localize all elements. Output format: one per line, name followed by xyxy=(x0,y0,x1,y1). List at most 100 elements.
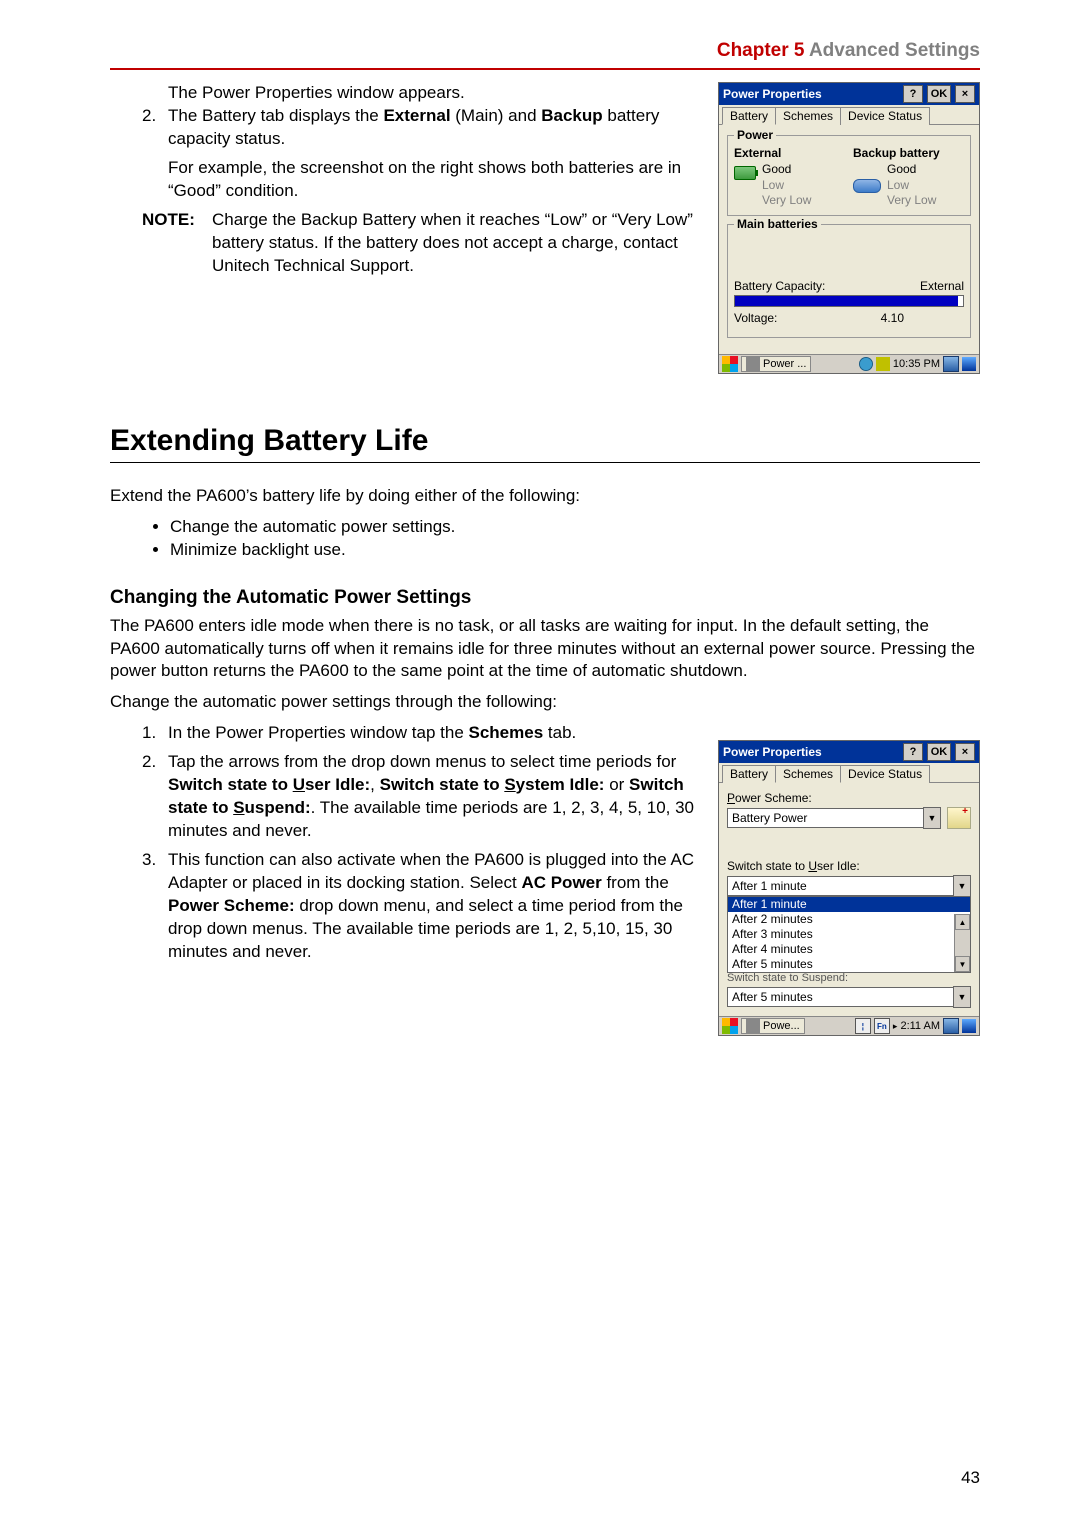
clock: 10:35 PM xyxy=(893,358,940,370)
subsection-para2: Change the automatic power settings thro… xyxy=(110,691,980,714)
tab-schemes[interactable]: Schemes xyxy=(775,107,841,125)
top-content-row: The Power Properties window appears. 2. … xyxy=(110,82,980,374)
start-icon[interactable] xyxy=(722,356,738,372)
desktop-icon[interactable] xyxy=(943,356,959,372)
keyboard-mode-icon[interactable]: ¦ xyxy=(855,1018,871,1034)
list-item-2: 2. The Battery tab displays the External… xyxy=(110,105,700,203)
list-number: 2. xyxy=(142,105,156,128)
step-2: 2. Tap the arrows from the drop down men… xyxy=(110,751,700,843)
tab-device-status[interactable]: Device Status xyxy=(840,107,930,125)
bullet-item: Minimize backlight use. xyxy=(170,539,980,562)
switch-user-idle-label: Switch state to User Idle: xyxy=(727,859,971,873)
window-title: Power Properties xyxy=(723,745,899,759)
dropdown-option[interactable]: After 4 minutes xyxy=(728,942,970,957)
user-idle-dropdown[interactable]: After 1 minute ▼ xyxy=(727,875,971,897)
backup-battery-icon xyxy=(853,177,881,193)
main-batteries-fieldset: Main batteries Battery Capacity: Externa… xyxy=(727,224,971,338)
network-icon[interactable] xyxy=(859,357,873,371)
bullet-item: Change the automatic power settings. xyxy=(170,516,980,539)
steps-row: 1. In the Power Properties window tap th… xyxy=(110,722,980,1036)
dropdown-scrollbar[interactable]: ▲ ▼ xyxy=(954,914,970,972)
close-button[interactable]: × xyxy=(955,85,975,103)
screenshot-power-properties-battery: Power Properties ? OK × Battery Schemes … xyxy=(718,82,980,374)
section-intro: Extend the PA600’s battery life by doing… xyxy=(110,485,980,508)
tab-battery[interactable]: Battery xyxy=(722,765,776,783)
external-verylow: Very Low xyxy=(762,193,811,209)
taskbar-app-button[interactable]: Power ... xyxy=(741,356,811,372)
top-text-column: The Power Properties window appears. 2. … xyxy=(110,82,700,278)
capacity-progress xyxy=(734,295,964,307)
gear-icon xyxy=(746,357,760,371)
chapter-name: Advanced Settings xyxy=(809,40,980,61)
ok-button[interactable]: OK xyxy=(927,85,951,103)
tab-device-status[interactable]: Device Status xyxy=(840,765,930,783)
power-fieldset: Power External Good Low xyxy=(727,135,971,216)
steps-text-column: 1. In the Power Properties window tap th… xyxy=(110,722,700,969)
switch-suspend-underlap: Switch state to Suspend: xyxy=(727,972,971,984)
bullet-list: Change the automatic power settings. Min… xyxy=(110,516,980,562)
taskbar-app-button[interactable]: Powe... xyxy=(741,1018,805,1034)
battery-capacity-label: Battery Capacity: xyxy=(734,279,825,293)
tab-schemes[interactable]: Schemes xyxy=(775,765,841,783)
note-label: NOTE: xyxy=(142,209,212,278)
scroll-up-icon[interactable]: ▲ xyxy=(955,914,970,930)
fn-key-icon[interactable]: Fn xyxy=(874,1018,890,1034)
help-button[interactable]: ? xyxy=(903,85,923,103)
screenshot-power-properties-schemes: Power Properties ? OK × Battery Schemes … xyxy=(718,740,980,1036)
backup-column: Backup battery Good Low Very Low xyxy=(853,146,964,209)
main-batteries-legend: Main batteries xyxy=(734,217,821,231)
connection-icon[interactable] xyxy=(962,1019,976,1033)
window-titlebar: Power Properties ? OK × xyxy=(719,741,979,763)
connection-icon[interactable] xyxy=(962,357,976,371)
subsection-para1: The PA600 enters idle mode when there is… xyxy=(110,615,980,684)
chevron-down-icon[interactable]: ▼ xyxy=(923,807,941,829)
document-page: Chapter 5 Advanced Settings The Power Pr… xyxy=(0,0,1080,1528)
backup-verylow: Very Low xyxy=(887,193,936,209)
battery-capacity-value: External xyxy=(920,279,964,293)
step-3: 3. This function can also activate when … xyxy=(110,849,700,964)
user-idle-dropdown-list: After 1 minute After 2 minutes After 3 m… xyxy=(727,896,971,973)
ok-button[interactable]: OK xyxy=(927,743,951,761)
window-titlebar: Power Properties ? OK × xyxy=(719,83,979,105)
help-button[interactable]: ? xyxy=(903,743,923,761)
gear-icon xyxy=(746,1019,760,1033)
dropdown-option[interactable]: After 1 minute xyxy=(728,897,970,912)
caret-icon: ▸ xyxy=(893,1021,898,1032)
suspend-dropdown[interactable]: After 5 minutes ▼ xyxy=(727,986,971,1008)
desktop-icon[interactable] xyxy=(943,1018,959,1034)
tab-bar: Battery Schemes Device Status xyxy=(719,105,979,125)
close-button[interactable]: × xyxy=(955,743,975,761)
tab-bar: Battery Schemes Device Status xyxy=(719,763,979,783)
backup-low: Low xyxy=(887,178,936,194)
power-scheme-label: Power Scheme: xyxy=(727,791,971,805)
section-rule xyxy=(110,462,980,463)
subsection-title: Changing the Automatic Power Settings xyxy=(110,587,980,609)
external-good: Good xyxy=(762,162,811,178)
start-icon[interactable] xyxy=(722,1018,738,1034)
chevron-down-icon[interactable]: ▼ xyxy=(953,986,971,1008)
section-title: Extending Battery Life xyxy=(110,424,980,458)
tab-body: Power External Good Low xyxy=(719,124,979,354)
external-column: External Good Low Very Low xyxy=(734,146,845,209)
chevron-down-icon[interactable]: ▼ xyxy=(953,875,971,897)
system-tray: ¦ Fn ▸ 2:11 AM xyxy=(855,1018,976,1034)
power-scheme-dropdown[interactable]: Battery Power ▼ xyxy=(727,807,941,829)
battery-plus-icon xyxy=(947,807,971,829)
taskbar: Power ... 10:35 PM xyxy=(719,354,979,373)
intro-line: The Power Properties window appears. xyxy=(110,82,700,105)
voltage-value: 4.10 xyxy=(881,311,904,325)
page-number: 43 xyxy=(961,1468,980,1488)
tab-body: Power Scheme: Battery Power ▼ Switch sta… xyxy=(719,782,979,1016)
voltage-label: Voltage: xyxy=(734,311,777,325)
dropdown-option[interactable]: After 5 minutes xyxy=(728,957,970,972)
power-scheme-value: Battery Power xyxy=(727,808,923,828)
dropdown-option[interactable]: After 2 minutes xyxy=(728,912,970,927)
volume-icon[interactable] xyxy=(876,357,890,371)
user-idle-value: After 1 minute xyxy=(727,876,953,896)
taskbar: Powe... ¦ Fn ▸ 2:11 AM xyxy=(719,1016,979,1035)
tab-battery[interactable]: Battery xyxy=(722,107,776,125)
external-battery-icon xyxy=(734,166,756,204)
dropdown-option[interactable]: After 3 minutes xyxy=(728,927,970,942)
header-rule xyxy=(110,68,980,70)
scroll-down-icon[interactable]: ▼ xyxy=(955,956,970,972)
